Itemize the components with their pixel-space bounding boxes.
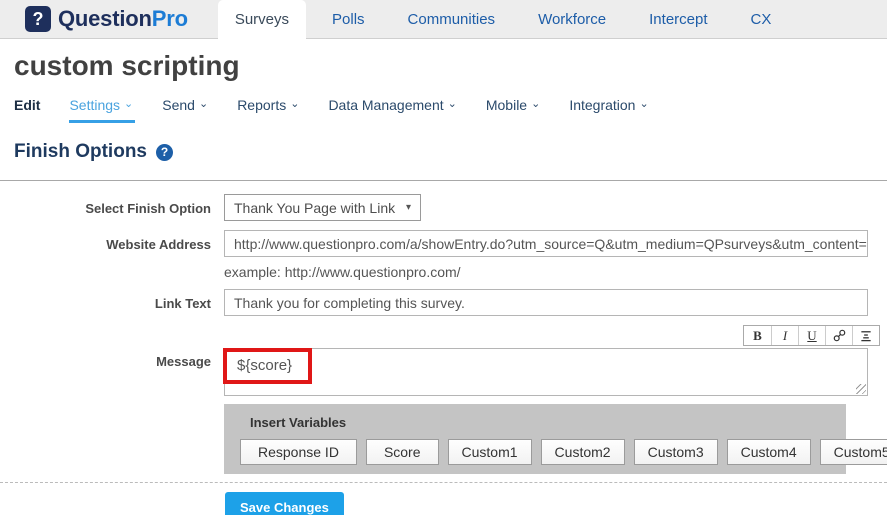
subnav-label: Integration	[569, 97, 635, 113]
subnav-label: Mobile	[486, 97, 527, 113]
insert-custom5-button[interactable]: Custom5	[820, 439, 887, 465]
chevron-down-icon: ⌄	[199, 100, 208, 108]
finish-option-row: Select Finish Option Thank You Page with…	[0, 194, 887, 221]
subnav-item-data-management[interactable]: Data Management ⌄	[328, 97, 456, 113]
section-divider	[0, 180, 887, 181]
message-row: Message B I U	[0, 325, 887, 396]
insert-custom1-button[interactable]: Custom1	[448, 439, 532, 465]
website-address-row: Website Address http://www.questionpro.c…	[0, 230, 887, 280]
tab-polls[interactable]: Polls	[315, 0, 382, 38]
link-text-row: Link Text Thank you for completing this …	[0, 289, 887, 316]
finish-option-selected-value: Thank You Page with Link	[234, 200, 395, 216]
insert-custom2-button[interactable]: Custom2	[541, 439, 625, 465]
insert-custom4-button[interactable]: Custom4	[727, 439, 811, 465]
message-format-toolbar: B I U	[224, 325, 868, 346]
save-changes-button[interactable]: Save Changes	[225, 492, 344, 515]
link-text-input[interactable]: Thank you for completing this survey.	[224, 289, 868, 316]
subnav-label: Reports	[237, 97, 286, 113]
insert-variables-buttons: Response ID Score Custom1 Custom2 Custom…	[240, 439, 846, 465]
insert-score-button[interactable]: Score	[366, 439, 439, 465]
underline-button[interactable]: U	[798, 326, 825, 345]
finish-option-select[interactable]: Thank You Page with Link ▾	[224, 194, 421, 221]
page-title: custom scripting	[14, 50, 887, 82]
wordmark-question: Question	[58, 6, 152, 31]
italic-button[interactable]: I	[771, 326, 798, 345]
questionpro-wordmark: QuestionPro	[58, 6, 188, 32]
product-tabs: Surveys Polls Communities Workforce Inte…	[218, 0, 798, 38]
subnav-item-send[interactable]: Send ⌄	[162, 97, 208, 113]
message-label: Message	[0, 325, 211, 396]
help-icon[interactable]: ?	[156, 144, 173, 161]
tab-workforce[interactable]: Workforce	[521, 0, 623, 38]
dropdown-arrow-icon: ▾	[406, 202, 411, 213]
tab-surveys[interactable]: Surveys	[218, 0, 306, 39]
insert-response-id-button[interactable]: Response ID	[240, 439, 357, 465]
survey-subnav: Edit Settings ⌄ Send ⌄ Reports ⌄ Data Ma…	[14, 97, 887, 113]
subnav-item-mobile[interactable]: Mobile ⌄	[486, 97, 540, 113]
tab-cx[interactable]: CX	[734, 0, 789, 38]
chevron-down-icon: ⌄	[124, 100, 133, 108]
dashed-divider	[0, 482, 887, 483]
link-text-label: Link Text	[0, 289, 211, 316]
bold-button[interactable]: B	[744, 326, 771, 345]
tab-communities[interactable]: Communities	[391, 0, 513, 38]
questionpro-logo-icon: ?	[25, 6, 51, 32]
message-textarea[interactable]: ${score}	[224, 348, 868, 396]
link-icon	[833, 329, 846, 342]
top-navigation-bar: ? QuestionPro Surveys Polls Communities …	[0, 0, 887, 39]
insert-custom3-button[interactable]: Custom3	[634, 439, 718, 465]
tab-intercept[interactable]: Intercept	[632, 0, 724, 38]
finish-option-label: Select Finish Option	[0, 194, 211, 221]
wordmark-pro: Pro	[152, 6, 188, 31]
subnav-label: Send	[162, 97, 195, 113]
annotation-red-box: ${score}	[223, 348, 312, 384]
message-value: ${score}	[237, 357, 292, 374]
insert-link-button[interactable]	[825, 326, 852, 345]
chevron-down-icon: ⌄	[531, 100, 540, 108]
subnav-item-settings[interactable]: Settings ⌄	[69, 97, 133, 113]
subnav-item-edit[interactable]: Edit	[14, 97, 40, 113]
insert-variables-title: Insert Variables	[250, 415, 846, 430]
finish-options-form: Select Finish Option Thank You Page with…	[0, 194, 887, 515]
subnav-label: Edit	[14, 97, 40, 113]
website-address-example: example: http://www.questionpro.com/	[224, 264, 868, 280]
chevron-down-icon: ⌄	[290, 100, 299, 108]
resize-handle-icon[interactable]	[856, 384, 866, 394]
align-button[interactable]	[852, 326, 879, 345]
section-header: Finish Options ?	[14, 141, 887, 163]
chevron-down-icon: ⌄	[448, 100, 457, 108]
subnav-label: Settings	[69, 97, 120, 113]
align-icon	[859, 329, 873, 342]
subnav-item-integration[interactable]: Integration ⌄	[569, 97, 648, 113]
chevron-down-icon: ⌄	[639, 100, 648, 108]
subnav-label: Data Management	[328, 97, 443, 113]
questionpro-logo[interactable]: ? QuestionPro	[25, 0, 188, 38]
website-address-label: Website Address	[0, 230, 211, 280]
subnav-item-reports[interactable]: Reports ⌄	[237, 97, 299, 113]
website-address-input[interactable]: http://www.questionpro.com/a/showEntry.d…	[224, 230, 868, 257]
insert-variables-panel: Insert Variables Response ID Score Custo…	[224, 404, 846, 474]
section-title: Finish Options	[14, 141, 147, 163]
